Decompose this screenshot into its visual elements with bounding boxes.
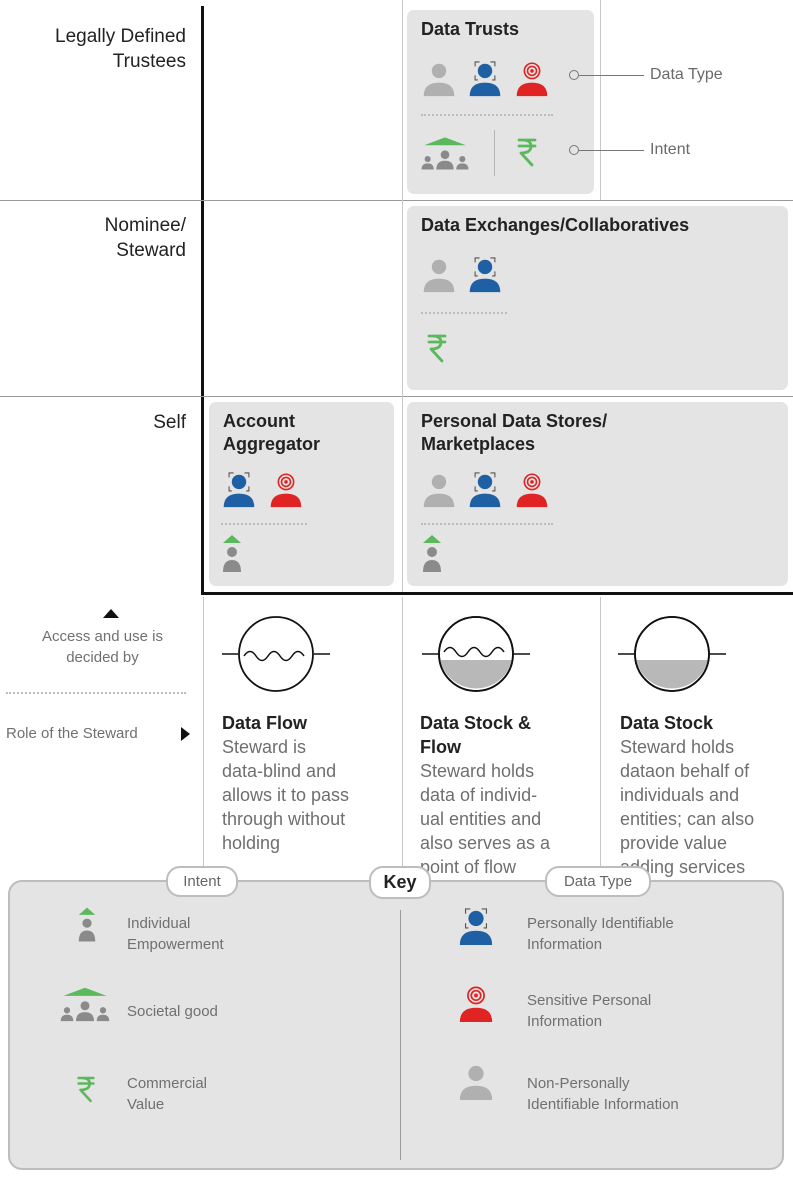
column-divider-top — [402, 0, 403, 592]
societal-good-icon — [58, 983, 112, 1025]
card-title: Account Aggregator — [223, 411, 321, 454]
data-stock-symbol — [618, 616, 726, 692]
data-type-connector — [569, 70, 579, 80]
societal-good-icon — [419, 133, 471, 173]
column-title-data-flow: Data Flow — [222, 713, 308, 733]
individual-empowerment-icon — [76, 906, 98, 944]
legend-dotted-separator — [6, 692, 186, 694]
pii-person-icon — [467, 255, 503, 295]
sensitive-target-icon — [268, 470, 304, 510]
key-label-sensitive-personal: Sensitive Personal Information — [527, 992, 652, 1030]
row-label-legally-defined-trustees: Legally Defined Trustees — [55, 26, 186, 72]
dotted-separator — [421, 312, 507, 314]
non-pii-person-icon — [421, 255, 457, 295]
data-stock-and-flow-symbol — [422, 616, 530, 692]
non-pii-person-icon — [421, 470, 457, 510]
rupee-icon — [75, 1074, 97, 1104]
card-data-exchanges: Data Exchanges/Collaboratives — [407, 206, 788, 390]
key-divider — [400, 910, 401, 1160]
card-title: Personal Data Stores/ Marketplaces — [421, 411, 608, 454]
data-flow-symbol — [222, 616, 330, 692]
column-divider-top-right — [600, 0, 601, 200]
right-triangle-icon — [181, 727, 190, 741]
card-account-aggregator: Account Aggregator — [209, 402, 394, 586]
key-intent-tab: Intent — [166, 866, 238, 897]
column-text-data-stock-and-flow: Steward holds data of individ- ual entit… — [420, 761, 551, 877]
key-label-non-pii: Non-Personally Identifiable Information — [527, 1075, 679, 1113]
annotation-data-type: Data Type — [650, 66, 723, 83]
up-triangle-icon — [103, 609, 119, 618]
key-data-type-tab: Data Type — [545, 866, 651, 897]
pii-person-icon — [221, 470, 257, 510]
intent-leader-line — [579, 150, 644, 151]
row-divider-2 — [0, 396, 793, 397]
sensitive-target-icon — [514, 59, 550, 99]
pii-person-icon — [457, 906, 495, 948]
individual-empowerment-icon — [220, 534, 244, 574]
sensitive-target-icon — [457, 983, 495, 1025]
main-axis-horizontal — [201, 592, 793, 595]
non-pii-person-icon — [457, 1061, 495, 1103]
row-divider-1 — [0, 200, 793, 201]
card-personal-data-stores: Personal Data Stores/ Marketplaces — [407, 402, 788, 586]
card-data-trusts: Data Trusts — [407, 10, 594, 194]
key-label-societal-good: Societal good — [127, 1003, 218, 1020]
role-of-steward-label: Role of the Steward — [6, 725, 138, 742]
main-axis-vertical — [201, 6, 204, 594]
column-text-data-flow: Steward is data-blind and allows it to p… — [222, 737, 350, 853]
data-type-leader-line — [579, 75, 644, 76]
annotation-intent: Intent — [650, 141, 691, 158]
dotted-separator — [221, 523, 307, 525]
icon-divider — [494, 130, 495, 176]
rupee-icon — [515, 136, 539, 168]
pii-person-icon — [467, 59, 503, 99]
non-pii-person-icon — [421, 59, 457, 99]
row-label-nominee-steward: Nominee/ Steward — [104, 215, 186, 261]
column-title-data-stock-and-flow: Data Stock & Flow — [420, 713, 532, 757]
key-label-commercial-value: Commercial Value — [127, 1075, 208, 1113]
dotted-separator — [421, 114, 553, 116]
dotted-separator — [421, 523, 553, 525]
rupee-icon — [425, 332, 449, 364]
individual-empowerment-icon — [420, 534, 444, 574]
key-title: Key — [369, 866, 431, 899]
card-title: Data Trusts — [421, 19, 520, 39]
row-label-self: Self — [153, 412, 186, 433]
key-label-pii: Personally Identifiable Information — [527, 915, 674, 953]
column-title-data-stock: Data Stock — [620, 713, 714, 733]
sensitive-target-icon — [514, 470, 550, 510]
pii-person-icon — [467, 470, 503, 510]
card-title: Data Exchanges/Collaboratives — [421, 215, 690, 235]
intent-connector — [569, 145, 579, 155]
access-decided-label: Access and use is decided by — [42, 628, 163, 666]
key-label-individual-empowerment: Individual Empowerment — [127, 915, 224, 953]
